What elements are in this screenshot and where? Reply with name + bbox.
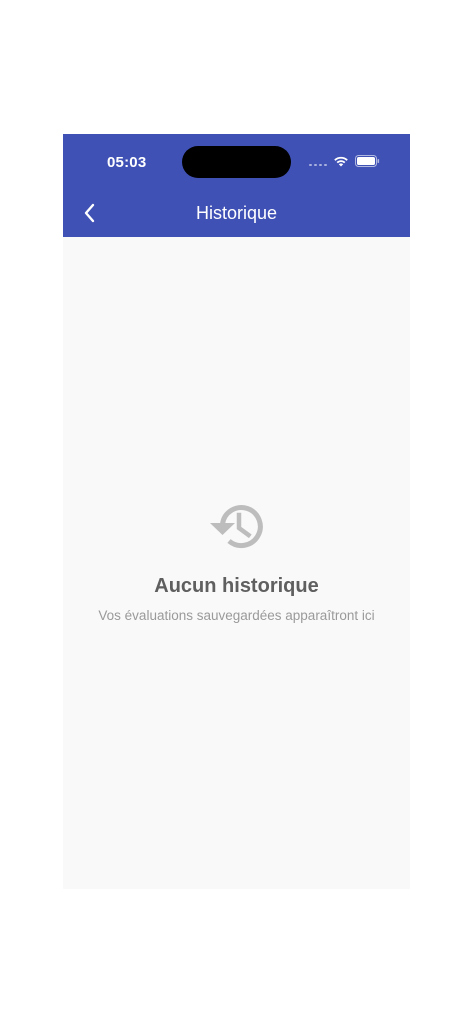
page-title: Historique [195, 203, 278, 223]
status-time: 05:03 [107, 154, 147, 171]
empty-state: Aucun historique Vos évaluations sauvega… [63, 499, 410, 623]
status-icons [309, 155, 380, 167]
history-icon [209, 505, 263, 549]
battery-icon [355, 155, 380, 167]
dynamic-island [182, 146, 291, 178]
wifi-icon [333, 155, 349, 167]
app-screen: 05:03 Historique Aucun historique Vos év… [63, 134, 410, 889]
signal-icon [309, 164, 327, 166]
empty-state-title: Aucun historique [154, 575, 319, 597]
empty-state-subtitle: Vos évaluations sauvegardées apparaîtron… [98, 608, 375, 623]
navigation-bar: Historique [63, 194, 410, 232]
app-bar: 05:03 Historique [63, 134, 410, 237]
